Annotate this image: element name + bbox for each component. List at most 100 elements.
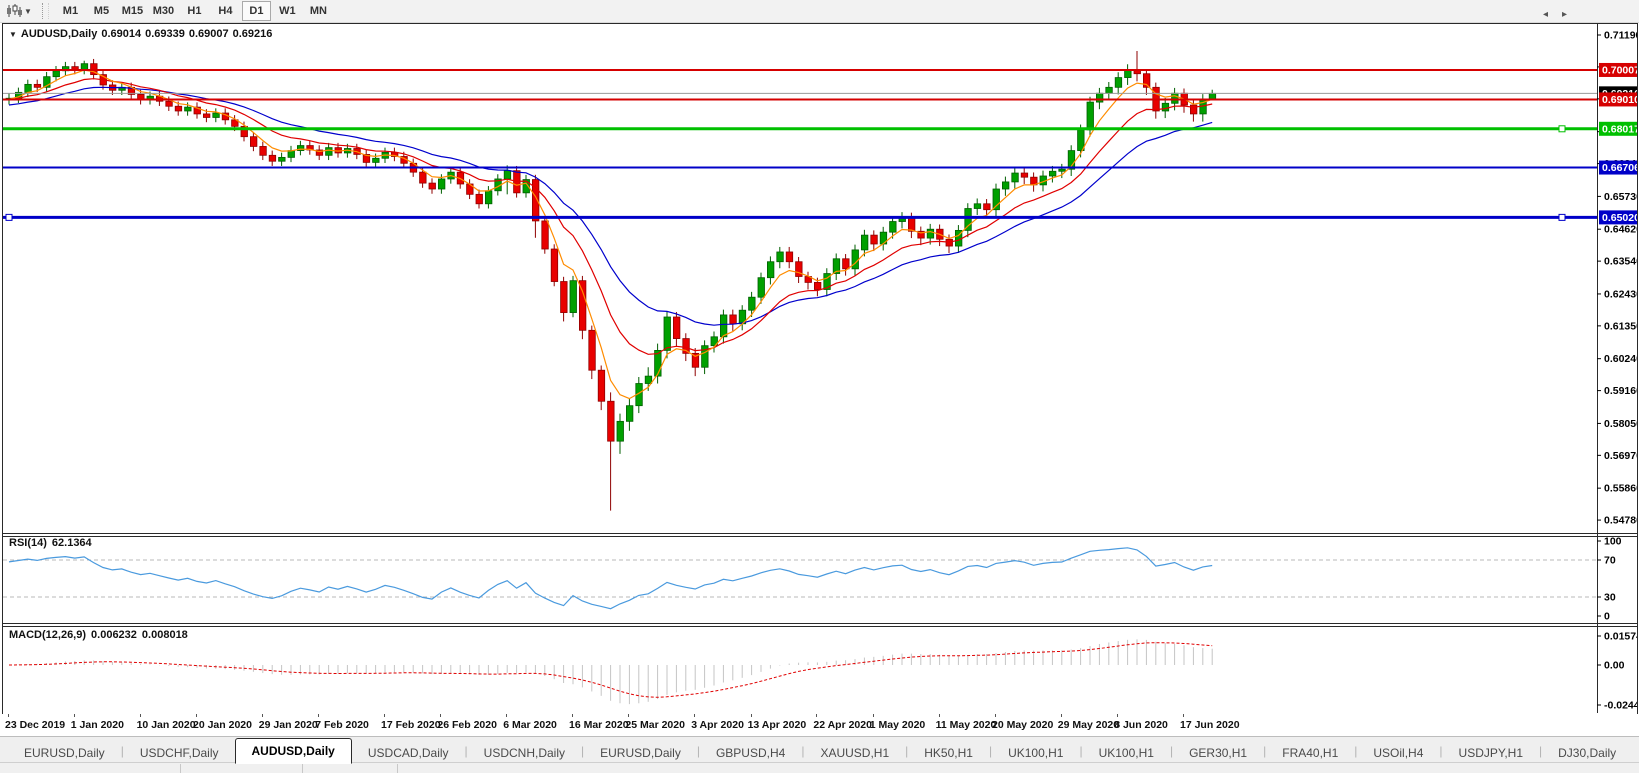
price-tick-label: 0.62430 <box>1604 288 1637 300</box>
chart-tab-usdchf-daily[interactable]: USDCHF,Daily <box>124 742 235 763</box>
candle-up <box>484 190 493 205</box>
chart-tab-audusd-daily[interactable]: AUDUSD,Daily <box>234 738 352 764</box>
chart-header: ▼ AUDUSD,Daily 0.69014 0.69339 0.69007 0.6921… <box>9 28 276 40</box>
candle-down <box>541 220 549 250</box>
time-tick <box>995 714 996 717</box>
candlestick-chart-icon[interactable] <box>4 2 24 20</box>
time-tick <box>694 714 696 717</box>
date-label: 26 Feb 2020 <box>437 719 497 731</box>
chart-tab-dj30-daily[interactable]: DJ30,Daily <box>1542 742 1632 763</box>
candle-up <box>767 261 775 279</box>
candle-up <box>52 70 60 78</box>
tab-scroll-arrows[interactable]: ◂▸ <box>1543 9 1581 20</box>
chart-tab-eurusd-daily[interactable]: EURUSD,Daily <box>584 742 697 763</box>
price-tick-label: 0.59160 <box>1604 385 1637 397</box>
price-tick-label: 0.63540 <box>1604 256 1637 268</box>
candle-up <box>1114 77 1123 88</box>
timeframe-button-m30[interactable]: M30 <box>149 1 178 21</box>
candle-up <box>1086 101 1094 131</box>
toolbar-grip <box>41 3 49 19</box>
timeframe-buttons: M1 M5 M15 M30 H1 H4 D1 W1 MN <box>55 1 334 21</box>
candle-down <box>550 248 559 282</box>
chart-tab-uk100-h1[interactable]: UK100,H1 <box>992 742 1079 763</box>
candle-up <box>973 203 982 209</box>
candle-up <box>1171 92 1179 104</box>
candle-down <box>842 258 850 270</box>
candle-up <box>757 277 765 298</box>
rsi-axis-label: 100 <box>1604 536 1622 548</box>
rsi-line <box>8 547 1213 610</box>
timeframe-button-m15[interactable]: M15 <box>118 1 147 21</box>
date-label: 23 Dec 2019 <box>5 719 66 731</box>
time-tick <box>872 714 874 717</box>
candle-down <box>579 280 587 331</box>
candle-down <box>870 234 878 245</box>
time-tick <box>1183 714 1184 717</box>
line-handle[interactable] <box>1558 213 1566 221</box>
date-label: 1 May 2020 <box>869 719 926 731</box>
candle-down <box>202 113 211 118</box>
rsi-axis-label: 70 <box>1604 555 1616 567</box>
price-tick-label: 0.71190 <box>1604 30 1637 42</box>
chevron-down-icon[interactable]: ▼ <box>24 7 32 16</box>
candle-up <box>1105 86 1113 94</box>
chart-tab-usdcnh-daily[interactable]: USDCNH,Daily <box>468 742 581 763</box>
chart-tab-hk50-h1[interactable]: HK50,H1 <box>908 742 989 763</box>
date-label: 29 Jan 2020 <box>258 719 318 731</box>
price-tick-label: 0.60240 <box>1604 353 1637 365</box>
candle-up <box>24 83 32 93</box>
timeframe-button-mn[interactable]: MN <box>304 1 333 21</box>
collapse-triangle-icon[interactable]: ▼ <box>9 30 17 39</box>
candle-up <box>372 157 380 163</box>
date-label: 1 Jan 2020 <box>70 719 124 731</box>
candle-down <box>419 171 427 184</box>
candle-up <box>287 150 295 158</box>
chart-tab-uk100-h1[interactable]: UK100,H1 <box>1083 742 1170 763</box>
candle-down <box>673 316 681 339</box>
candle-down <box>475 193 483 205</box>
date-label: 25 Mar 2020 <box>625 719 685 731</box>
chart-tab-usoil-h4[interactable]: USOil,H4 <box>1357 742 1439 763</box>
candle-down <box>814 282 822 290</box>
chart-tab-eurusd-daily[interactable]: EURUSD,Daily <box>8 742 121 763</box>
candle-down <box>33 83 42 88</box>
candle-up <box>644 375 653 384</box>
macd-histogram <box>17 639 1213 705</box>
chart-tab-gbpusd-h4[interactable]: GBPUSD,H4 <box>700 742 801 763</box>
candles <box>5 50 1217 511</box>
chart-tab-ger30-h1[interactable]: GER30,H1 <box>1173 742 1263 763</box>
rsi-indicator-label: RSI(14) 62.1364 <box>9 537 92 549</box>
timeframe-button-h1[interactable]: H1 <box>180 1 209 21</box>
candle-up <box>851 249 859 270</box>
timeframe-button-h4[interactable]: H4 <box>211 1 240 21</box>
timeframe-button-d1[interactable]: D1 <box>241 1 271 21</box>
time-tick <box>572 714 573 717</box>
tab-scroll-right-icon[interactable]: ▸ <box>1562 9 1581 20</box>
candle-down <box>983 203 991 211</box>
chart-plot[interactable]: 0.711900.701100.690300.679200.668400.657… <box>3 24 1637 713</box>
timeframe-button-m1[interactable]: M1 <box>56 1 85 21</box>
timeframe-button-w1[interactable]: W1 <box>273 1 302 21</box>
candle-down <box>607 400 615 442</box>
price-badge-label: 0.70007 <box>1602 64 1637 76</box>
candle-up <box>663 316 671 351</box>
price-tick-label: 0.65730 <box>1604 191 1637 203</box>
tab-scroll-left-icon[interactable]: ◂ <box>1543 9 1562 20</box>
time-tick <box>938 714 940 717</box>
line-handle[interactable] <box>1558 125 1566 133</box>
date-label: 3 Apr 2020 <box>691 719 744 731</box>
candle-up <box>1208 92 1217 100</box>
time-tick <box>8 714 9 717</box>
candle-up <box>437 178 446 190</box>
candle-up <box>325 147 333 156</box>
candle-down <box>174 105 183 112</box>
chart-tab-usdjpy-h1[interactable]: USDJPY,H1 <box>1443 742 1539 763</box>
timeframe-button-m5[interactable]: M5 <box>87 1 116 21</box>
candle-up <box>1049 170 1057 177</box>
line-handle[interactable] <box>5 213 13 221</box>
chart-title: AUDUSD,Daily <box>20 28 98 40</box>
candle-down <box>259 146 267 156</box>
chart-tab-xauusd-h1[interactable]: XAUUSD,H1 <box>804 742 905 763</box>
chart-tab-usdcad-daily[interactable]: USDCAD,Daily <box>352 742 465 763</box>
chart-tab-fra40-h1[interactable]: FRA40,H1 <box>1266 742 1354 763</box>
